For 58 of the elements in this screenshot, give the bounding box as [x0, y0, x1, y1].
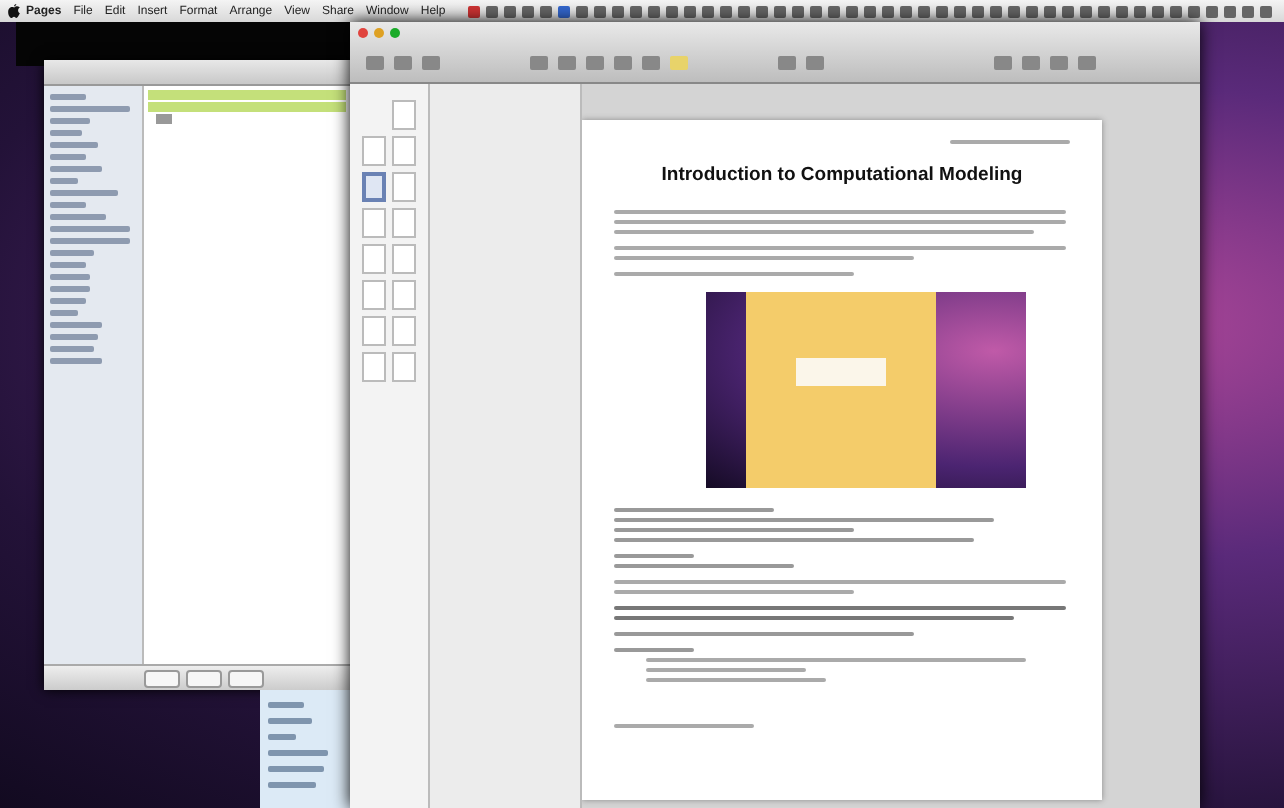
- blurred-text-line: [268, 702, 304, 708]
- blurred-text-line: [50, 94, 86, 100]
- blurred-text-line: [50, 214, 106, 220]
- page-thumbnail[interactable]: [392, 172, 416, 202]
- blurred-text-line: [268, 718, 312, 724]
- file-row[interactable]: [148, 102, 346, 112]
- blurred-text-line: [50, 310, 78, 316]
- blurred-text-line: [50, 286, 90, 292]
- minimize-button[interactable]: [374, 28, 384, 38]
- close-button[interactable]: [358, 28, 368, 38]
- blurred-text-line: [50, 130, 82, 136]
- document-title: Introduction to Computational Modeling: [659, 164, 1025, 186]
- blurred-text-line: [50, 358, 102, 364]
- blurred-text-line: [50, 322, 102, 328]
- toolbar-button[interactable]: [144, 669, 180, 687]
- blurred-text-line: [50, 142, 98, 148]
- blurred-text-line: [614, 554, 694, 558]
- zoom-button[interactable]: [390, 28, 400, 38]
- blurred-text-line: [268, 734, 296, 740]
- page-thumbnail[interactable]: [362, 172, 386, 202]
- blurred-text-line: [50, 262, 86, 268]
- blurred-text-line: [268, 782, 316, 788]
- blurred-text-line: [50, 298, 86, 304]
- blurred-text-line: [50, 202, 86, 208]
- blurred-text-line: [614, 724, 754, 728]
- blurred-text-line: [50, 178, 78, 184]
- blurred-text-line: [50, 250, 94, 256]
- page-thumbnail[interactable]: [392, 244, 416, 274]
- page-thumbnail[interactable]: [362, 244, 386, 274]
- blurred-text-line: [50, 226, 130, 232]
- blurred-text-line: [950, 140, 1070, 144]
- page-thumbnail[interactable]: [392, 280, 416, 310]
- page-thumbnail[interactable]: [362, 208, 386, 238]
- page-thumbnail[interactable]: [392, 136, 416, 166]
- blurred-text-line: [50, 334, 98, 340]
- blurred-text-line: [50, 274, 90, 280]
- blurred-text-line: [268, 750, 328, 756]
- blurred-text-line: [50, 190, 118, 196]
- blurred-text-line: [614, 648, 694, 652]
- page-thumbnail[interactable]: [362, 136, 386, 166]
- blurred-text-line: [50, 346, 94, 352]
- page-thumbnail[interactable]: [392, 316, 416, 346]
- page-thumbnail[interactable]: [392, 208, 416, 238]
- blurred-text-line: [268, 766, 324, 772]
- blurred-text-line: [50, 106, 130, 112]
- blurred-text-line: [50, 118, 90, 124]
- page-thumbnail[interactable]: [362, 352, 386, 382]
- blurred-text-line: [50, 166, 102, 172]
- blurred-text-line: [50, 238, 130, 244]
- toolbar-button[interactable]: [228, 669, 264, 687]
- apple-logo-icon[interactable]: [8, 4, 20, 18]
- toolbar-button[interactable]: [186, 669, 222, 687]
- page-thumbnail[interactable]: [392, 352, 416, 382]
- file-row[interactable]: [148, 90, 346, 100]
- blurred-text-line: [50, 154, 86, 160]
- page-thumbnail[interactable]: [362, 316, 386, 346]
- page-thumbnail[interactable]: [362, 280, 386, 310]
- page-thumbnail[interactable]: [392, 100, 416, 130]
